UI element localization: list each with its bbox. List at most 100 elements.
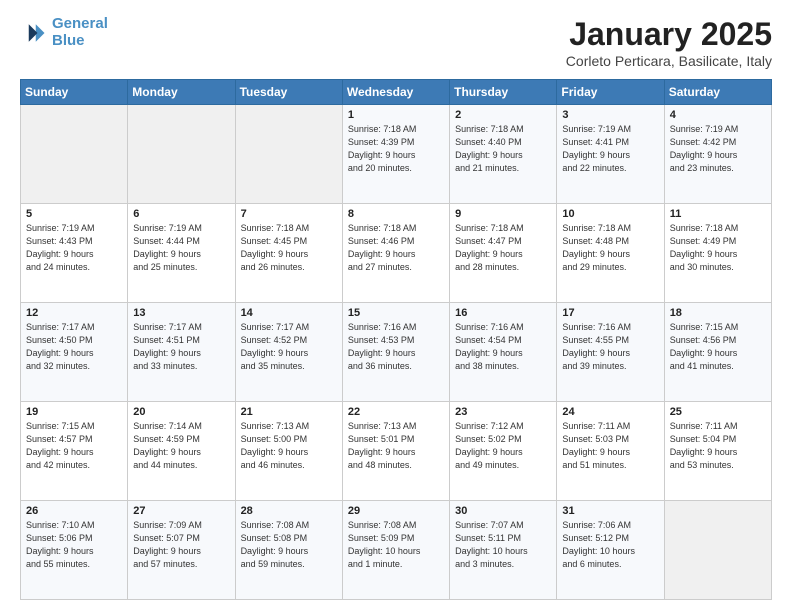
day-number: 29 <box>348 505 444 517</box>
day-info: Sunrise: 7:18 AM Sunset: 4:46 PM Dayligh… <box>348 222 444 274</box>
calendar-cell: 5 Sunrise: 7:19 AM Sunset: 4:43 PM Daylig… <box>21 204 128 303</box>
day-info: Sunrise: 7:13 AM Sunset: 5:00 PM Dayligh… <box>241 420 337 472</box>
calendar-cell: 14 Sunrise: 7:17 AM Sunset: 4:52 PM Dayli… <box>235 303 342 402</box>
main-title: January 2025 <box>566 16 772 53</box>
logo-text: General Blue <box>52 16 108 49</box>
header: General Blue January 2025 Corleto Pertic… <box>20 16 772 69</box>
calendar-cell: 30 Sunrise: 7:07 AM Sunset: 5:11 PM Dayli… <box>450 501 557 600</box>
day-info: Sunrise: 7:12 AM Sunset: 5:02 PM Dayligh… <box>455 420 551 472</box>
logo: General Blue <box>20 16 108 49</box>
day-number: 22 <box>348 406 444 418</box>
calendar-cell: 11Sunrise: 7:18 AM Sunset: 4:49 PM Dayli… <box>664 204 771 303</box>
day-number: 31 <box>562 505 658 517</box>
calendar-week-row: 5 Sunrise: 7:19 AM Sunset: 4:43 PM Daylig… <box>21 204 772 303</box>
day-number: 9 <box>455 208 551 220</box>
day-info: Sunrise: 7:16 AM Sunset: 4:55 PM Dayligh… <box>562 321 658 373</box>
calendar-week-row: 1 Sunrise: 7:18 AM Sunset: 4:39 PM Daylig… <box>21 105 772 204</box>
calendar-cell: 19 Sunrise: 7:15 AM Sunset: 4:57 PM Dayli… <box>21 402 128 501</box>
calendar-cell: 6 Sunrise: 7:19 AM Sunset: 4:44 PM Daylig… <box>128 204 235 303</box>
calendar-cell: 18Sunrise: 7:15 AM Sunset: 4:56 PM Dayli… <box>664 303 771 402</box>
calendar-cell: 24 Sunrise: 7:11 AM Sunset: 5:03 PM Dayli… <box>557 402 664 501</box>
day-number: 3 <box>562 109 658 121</box>
day-info: Sunrise: 7:15 AM Sunset: 4:56 PM Dayligh… <box>670 321 766 373</box>
logo-line2: Blue <box>52 32 85 49</box>
calendar-cell: 4Sunrise: 7:19 AM Sunset: 4:42 PM Daylig… <box>664 105 771 204</box>
calendar-cell: 13 Sunrise: 7:17 AM Sunset: 4:51 PM Dayli… <box>128 303 235 402</box>
day-info: Sunrise: 7:17 AM Sunset: 4:51 PM Dayligh… <box>133 321 229 373</box>
day-info: Sunrise: 7:13 AM Sunset: 5:01 PM Dayligh… <box>348 420 444 472</box>
day-number: 5 <box>26 208 122 220</box>
day-info: Sunrise: 7:07 AM Sunset: 5:11 PM Dayligh… <box>455 519 551 571</box>
day-number: 16 <box>455 307 551 319</box>
day-number: 21 <box>241 406 337 418</box>
calendar-cell: 27Sunrise: 7:09 AM Sunset: 5:07 PM Dayli… <box>128 501 235 600</box>
calendar-header-monday: Monday <box>128 80 235 105</box>
logo-icon <box>20 19 48 47</box>
calendar-cell <box>664 501 771 600</box>
calendar-cell: 3Sunrise: 7:19 AM Sunset: 4:41 PM Daylig… <box>557 105 664 204</box>
day-info: Sunrise: 7:17 AM Sunset: 4:50 PM Dayligh… <box>26 321 122 373</box>
day-number: 7 <box>241 208 337 220</box>
calendar-cell: 8 Sunrise: 7:18 AM Sunset: 4:46 PM Daylig… <box>342 204 449 303</box>
sub-title: Corleto Perticara, Basilicate, Italy <box>566 53 772 69</box>
page: General Blue January 2025 Corleto Pertic… <box>0 0 792 612</box>
day-number: 27 <box>133 505 229 517</box>
calendar-header-saturday: Saturday <box>664 80 771 105</box>
day-number: 4 <box>670 109 766 121</box>
calendar-cell: 26Sunrise: 7:10 AM Sunset: 5:06 PM Dayli… <box>21 501 128 600</box>
day-info: Sunrise: 7:18 AM Sunset: 4:40 PM Dayligh… <box>455 123 551 175</box>
day-number: 2 <box>455 109 551 121</box>
day-number: 23 <box>455 406 551 418</box>
calendar-cell: 22 Sunrise: 7:13 AM Sunset: 5:01 PM Dayli… <box>342 402 449 501</box>
calendar-cell: 9Sunrise: 7:18 AM Sunset: 4:47 PM Daylig… <box>450 204 557 303</box>
calendar-cell: 1 Sunrise: 7:18 AM Sunset: 4:39 PM Daylig… <box>342 105 449 204</box>
day-number: 12 <box>26 307 122 319</box>
calendar-week-row: 19 Sunrise: 7:15 AM Sunset: 4:57 PM Dayli… <box>21 402 772 501</box>
calendar-header-row: SundayMondayTuesdayWednesdayThursdayFrid… <box>21 80 772 105</box>
day-number: 20 <box>133 406 229 418</box>
calendar-cell <box>235 105 342 204</box>
day-info: Sunrise: 7:19 AM Sunset: 4:44 PM Dayligh… <box>133 222 229 274</box>
calendar-header-wednesday: Wednesday <box>342 80 449 105</box>
calendar-week-row: 26Sunrise: 7:10 AM Sunset: 5:06 PM Dayli… <box>21 501 772 600</box>
day-number: 24 <box>562 406 658 418</box>
day-info: Sunrise: 7:11 AM Sunset: 5:03 PM Dayligh… <box>562 420 658 472</box>
calendar-cell: 23 Sunrise: 7:12 AM Sunset: 5:02 PM Dayli… <box>450 402 557 501</box>
calendar-cell: 29 Sunrise: 7:08 AM Sunset: 5:09 PM Dayli… <box>342 501 449 600</box>
calendar-header-tuesday: Tuesday <box>235 80 342 105</box>
day-info: Sunrise: 7:18 AM Sunset: 4:49 PM Dayligh… <box>670 222 766 274</box>
day-info: Sunrise: 7:17 AM Sunset: 4:52 PM Dayligh… <box>241 321 337 373</box>
calendar-header-thursday: Thursday <box>450 80 557 105</box>
day-info: Sunrise: 7:18 AM Sunset: 4:48 PM Dayligh… <box>562 222 658 274</box>
calendar-cell: 25Sunrise: 7:11 AM Sunset: 5:04 PM Dayli… <box>664 402 771 501</box>
day-info: Sunrise: 7:14 AM Sunset: 4:59 PM Dayligh… <box>133 420 229 472</box>
day-number: 13 <box>133 307 229 319</box>
calendar-cell: 2 Sunrise: 7:18 AM Sunset: 4:40 PM Daylig… <box>450 105 557 204</box>
day-number: 6 <box>133 208 229 220</box>
day-info: Sunrise: 7:11 AM Sunset: 5:04 PM Dayligh… <box>670 420 766 472</box>
day-info: Sunrise: 7:10 AM Sunset: 5:06 PM Dayligh… <box>26 519 122 571</box>
day-number: 14 <box>241 307 337 319</box>
calendar-cell: 12 Sunrise: 7:17 AM Sunset: 4:50 PM Dayli… <box>21 303 128 402</box>
day-number: 10 <box>562 208 658 220</box>
calendar-cell: 7Sunrise: 7:18 AM Sunset: 4:45 PM Daylig… <box>235 204 342 303</box>
day-number: 17 <box>562 307 658 319</box>
day-info: Sunrise: 7:18 AM Sunset: 4:39 PM Dayligh… <box>348 123 444 175</box>
day-info: Sunrise: 7:15 AM Sunset: 4:57 PM Dayligh… <box>26 420 122 472</box>
day-number: 1 <box>348 109 444 121</box>
calendar-cell: 17 Sunrise: 7:16 AM Sunset: 4:55 PM Dayli… <box>557 303 664 402</box>
day-number: 30 <box>455 505 551 517</box>
calendar-cell: 21 Sunrise: 7:13 AM Sunset: 5:00 PM Dayli… <box>235 402 342 501</box>
day-number: 19 <box>26 406 122 418</box>
calendar-header-sunday: Sunday <box>21 80 128 105</box>
calendar-cell: 28Sunrise: 7:08 AM Sunset: 5:08 PM Dayli… <box>235 501 342 600</box>
day-info: Sunrise: 7:08 AM Sunset: 5:09 PM Dayligh… <box>348 519 444 571</box>
calendar-cell <box>21 105 128 204</box>
day-number: 28 <box>241 505 337 517</box>
calendar-table: SundayMondayTuesdayWednesdayThursdayFrid… <box>20 79 772 600</box>
day-info: Sunrise: 7:06 AM Sunset: 5:12 PM Dayligh… <box>562 519 658 571</box>
calendar-header-friday: Friday <box>557 80 664 105</box>
calendar-cell: 20 Sunrise: 7:14 AM Sunset: 4:59 PM Dayli… <box>128 402 235 501</box>
day-number: 8 <box>348 208 444 220</box>
day-info: Sunrise: 7:19 AM Sunset: 4:43 PM Dayligh… <box>26 222 122 274</box>
